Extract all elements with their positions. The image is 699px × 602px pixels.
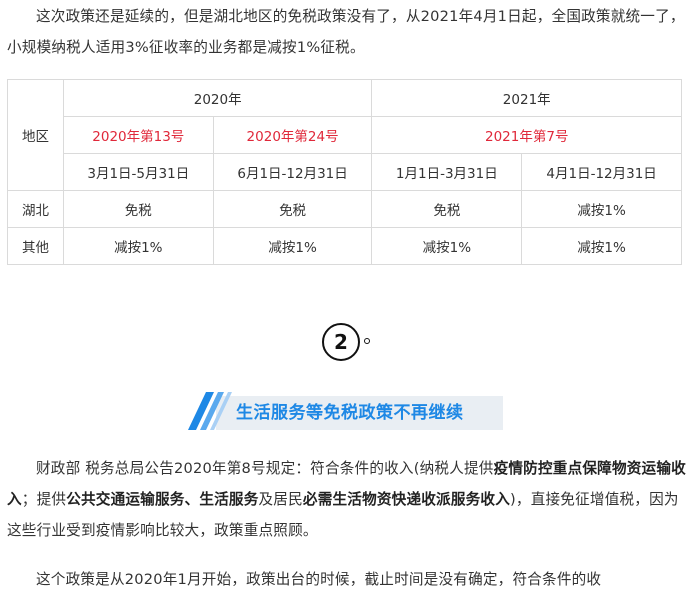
section-title: 生活服务等免税政策不再继续	[236, 403, 464, 423]
value-cell: 减按1%	[521, 190, 682, 228]
period-cell: 3月1日-5月31日	[62, 153, 214, 191]
year-2020-header: 2020年	[62, 79, 373, 117]
region-header: 地区	[7, 79, 64, 191]
period-cell: 1月1日-3月31日	[371, 153, 523, 191]
paragraph-text: 及居民	[258, 491, 303, 508]
policy-paragraph: 财政部 税务总局公告2020年第8号规定：符合条件的收入(纳税人提供疫情防控重点…	[7, 453, 689, 546]
bold-phrase: 必需生活物资快递收派服务收入	[302, 491, 511, 508]
closing-paragraph: 这个政策是从2020年1月开始，政策出台的时候，截止时间是没有确定，符合条件的收	[36, 571, 602, 588]
paragraph-text: ；提供	[21, 491, 67, 508]
value-cell: 免税	[212, 190, 373, 228]
section-number-badge: 2	[322, 323, 360, 361]
region-cell: 其他	[7, 227, 64, 265]
value-cell: 免税	[371, 190, 523, 228]
year-2021-header: 2021年	[371, 79, 682, 117]
value-cell: 减按1%	[371, 227, 523, 265]
section-title-banner: 生活服务等免税政策不再继续	[188, 390, 503, 432]
bold-phrase: 公共交通运输服务、生活服务	[66, 491, 259, 508]
value-cell: 减按1%	[212, 227, 373, 265]
value-cell: 减按1%	[62, 227, 214, 265]
region-cell: 湖北	[7, 190, 64, 228]
section-number-dot	[364, 338, 370, 344]
period-cell: 4月1日-12月31日	[521, 153, 682, 191]
table-row: 湖北 免税 免税 免税 减按1%	[7, 190, 682, 228]
paragraph-text: 财政部 税务总局公告2020年第8号规定：符合条件的收入(纳税人提供	[36, 460, 494, 477]
notice-cell: 2020年第13号	[62, 116, 214, 154]
value-cell: 减按1%	[521, 227, 682, 265]
value-cell: 免税	[62, 190, 214, 228]
policy-comparison-table: 地区 2020年 2021年 2020年第13号 2020年第24号 2021年…	[7, 79, 682, 265]
intro-paragraph: 这次政策还是延续的，但是湖北地区的免税政策没有了，从2021年4月1日起，全国政…	[7, 8, 685, 56]
notice-cell: 2021年第7号	[371, 116, 682, 154]
table-row: 其他 减按1% 减按1% 减按1% 减按1%	[7, 227, 682, 265]
period-cell: 6月1日-12月31日	[212, 153, 373, 191]
notice-cell: 2020年第24号	[212, 116, 373, 154]
